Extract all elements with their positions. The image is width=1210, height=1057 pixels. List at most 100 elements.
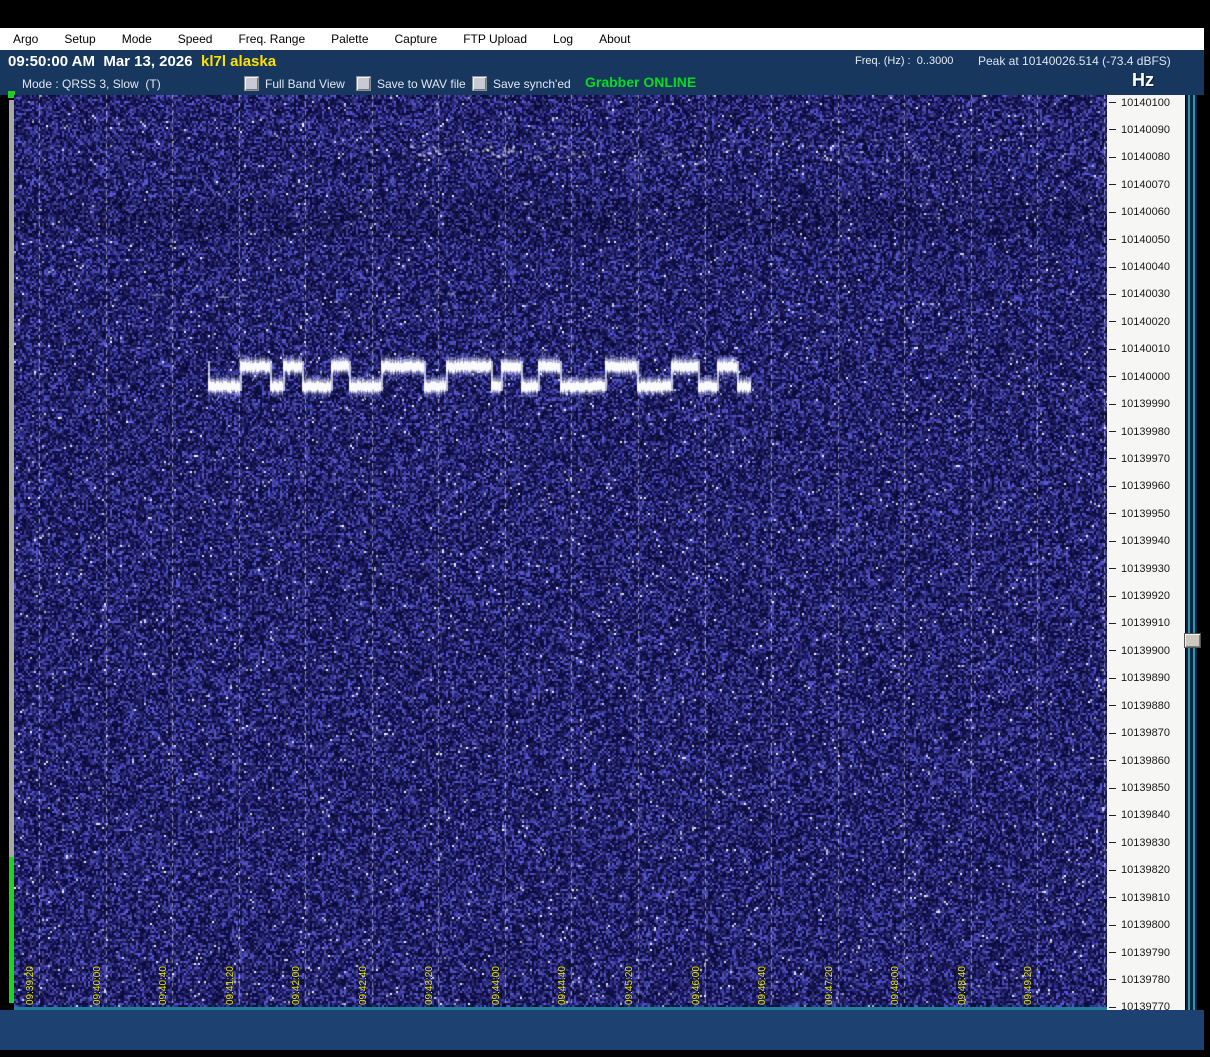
freq-tick-mark <box>1109 431 1116 433</box>
freq-tick-mark <box>1109 705 1116 707</box>
hz-axis-title: Hz <box>1132 70 1154 90</box>
checkbox-save-synch-ed[interactable] <box>472 76 487 91</box>
freq-tick-mark <box>1109 677 1116 679</box>
time-tick-label: 09:42:00 <box>291 966 303 1005</box>
menu-item-argo[interactable]: Argo <box>0 29 51 49</box>
time-tick-label: 09:40:40 <box>158 966 170 1005</box>
checkbox-full-band-view[interactable] <box>244 76 259 91</box>
freq-tick-label: 10139880 <box>1109 699 1170 712</box>
callsign-label: kl7l alaska <box>201 53 277 70</box>
freq-tick-mark <box>1109 924 1116 926</box>
clock-date: 09:50:00 AM Mar 13, 2026 <box>8 53 193 70</box>
freq-tick-mark <box>1109 321 1116 323</box>
freq-tick-mark <box>1109 239 1116 241</box>
freq-tick-label: 10140100 <box>1109 96 1170 109</box>
freq-tick-label: 10139960 <box>1109 480 1170 493</box>
freq-tick-label: 10140050 <box>1109 233 1170 246</box>
time-tick-label: 09:39:20 <box>25 966 36 1005</box>
freq-tick-mark <box>1109 129 1116 131</box>
freq-tick-mark <box>1109 102 1116 103</box>
freq-tick-label: 10140060 <box>1109 206 1170 219</box>
freq-tick-label: 10140000 <box>1109 370 1170 383</box>
time-tick-label: 09:48:40 <box>956 966 968 1005</box>
freq-tick-mark <box>1109 952 1116 954</box>
menu-item-about[interactable]: About <box>586 29 643 49</box>
freq-tick-mark <box>1109 869 1116 871</box>
freq-tick-label: 10139810 <box>1109 891 1170 904</box>
freq-tick-mark <box>1109 760 1116 762</box>
freq-tick-label: 10139900 <box>1109 644 1170 657</box>
mode-row: Mode : QRSS 3, Slow (T) Grabber ONLINE F… <box>0 72 1204 95</box>
checkbox-save-to-wav-file[interactable] <box>356 76 371 91</box>
time-tick-label: 09:46:00 <box>690 966 702 1005</box>
freq-tick-mark <box>1109 814 1116 816</box>
spectrogram-canvas <box>14 95 1107 1010</box>
menu-item-ftp-upload[interactable]: FTP Upload <box>450 29 540 49</box>
freq-tick-label: 10140030 <box>1109 288 1170 301</box>
freq-tick-mark <box>1109 1006 1116 1008</box>
freq-tick-label: 10139920 <box>1109 590 1170 603</box>
freq-tick-mark <box>1109 184 1116 186</box>
checkbox-group-full-band-view: Full Band View <box>244 76 345 91</box>
freq-tick-label: 10139970 <box>1109 452 1170 465</box>
menu-item-palette[interactable]: Palette <box>318 29 381 49</box>
freq-tick-label: 10140010 <box>1109 343 1170 356</box>
menu-item-log[interactable]: Log <box>540 29 586 49</box>
time-tick-label: 09:42:40 <box>357 966 369 1005</box>
freq-tick-label: 10139850 <box>1109 782 1170 795</box>
freq-tick-label: 10139870 <box>1109 727 1170 740</box>
freq-tick-label: 10139800 <box>1109 919 1170 932</box>
checkbox-label: Save synch'ed <box>493 76 571 91</box>
freq-tick-mark <box>1109 732 1116 734</box>
freq-tick-mark <box>1109 403 1116 405</box>
menu-bar: Argo Setup Mode Speed Freq. Range Palette Capt… <box>0 28 1204 50</box>
freq-tick-label: 10139950 <box>1109 507 1170 520</box>
freq-tick-mark <box>1109 595 1116 597</box>
freq-tick-mark <box>1109 979 1116 981</box>
freq-tick-mark <box>1109 211 1116 213</box>
time-tick-label: 09:43:20 <box>424 966 436 1005</box>
freq-tick-mark <box>1109 568 1116 570</box>
freq-tick-label: 10139840 <box>1109 809 1170 822</box>
mode-label: Mode : QRSS 3, Slow (T) <box>22 77 161 91</box>
freq-tick-label: 10139990 <box>1109 398 1170 411</box>
argo-window: Argo Setup Mode Speed Freq. Range Palette Capt… <box>0 0 1210 1057</box>
time-tick-label: 09:48:00 <box>890 966 902 1005</box>
title-row: 09:50:00 AM Mar 13, 2026 kl7l alaska Fre… <box>0 50 1204 72</box>
freq-tick-label: 10139820 <box>1109 864 1170 877</box>
freq-tick-label: 10140090 <box>1109 123 1170 136</box>
time-tick-label: 09:44:00 <box>490 966 502 1005</box>
menu-item-setup[interactable]: Setup <box>51 29 108 49</box>
freq-tick-label: 10139780 <box>1109 973 1170 986</box>
freq-tick-mark <box>1109 485 1116 487</box>
freq-tick-label: 10139940 <box>1109 535 1170 548</box>
freq-tick-mark <box>1109 897 1116 899</box>
checkbox-label: Save to WAV file <box>377 76 466 91</box>
freq-tick-mark <box>1109 622 1116 624</box>
freq-tick-mark <box>1109 842 1116 844</box>
freq-tick-label: 10140080 <box>1109 151 1170 164</box>
time-tick-label: 09:46:40 <box>757 966 769 1005</box>
menu-item-freq-range[interactable]: Freq. Range <box>225 29 318 49</box>
menu-item-mode[interactable]: Mode <box>109 29 165 49</box>
freq-tick-mark <box>1109 266 1116 268</box>
checkbox-group-save-synch-ed: Save synch'ed <box>472 76 571 91</box>
freq-tick-mark <box>1109 156 1116 158</box>
frequency-scale: 10140100 10140090 10140080 10140070 10140060… <box>1107 95 1185 1013</box>
frequency-scrollbar-track[interactable] <box>1186 95 1197 1010</box>
checkbox-group-save-to-wav-file: Save to WAV file <box>356 76 466 91</box>
peak-readout: Peak at 10140026.514 (-73.4 dBFS) <box>978 54 1171 68</box>
freq-tick-mark <box>1109 513 1116 515</box>
frequency-scrollbar-thumb[interactable] <box>1184 633 1201 648</box>
freq-tick-label: 10140040 <box>1109 261 1170 274</box>
time-tick-label: 09:41:20 <box>224 966 236 1005</box>
freq-tick-label: 10139830 <box>1109 836 1170 849</box>
status-bar: Visual Gain AgcLoHi 40/100 40/100 Sensit… <box>0 1010 1204 1050</box>
menu-item-speed[interactable]: Speed <box>165 29 226 49</box>
menu-item-capture[interactable]: Capture <box>382 29 451 49</box>
freq-tick-mark <box>1109 293 1116 295</box>
freq-tick-label: 10139890 <box>1109 672 1170 685</box>
freq-tick-label: 10139910 <box>1109 617 1170 630</box>
grabber-status: Grabber ONLINE <box>585 74 697 90</box>
freq-tick-label: 10139980 <box>1109 425 1170 438</box>
